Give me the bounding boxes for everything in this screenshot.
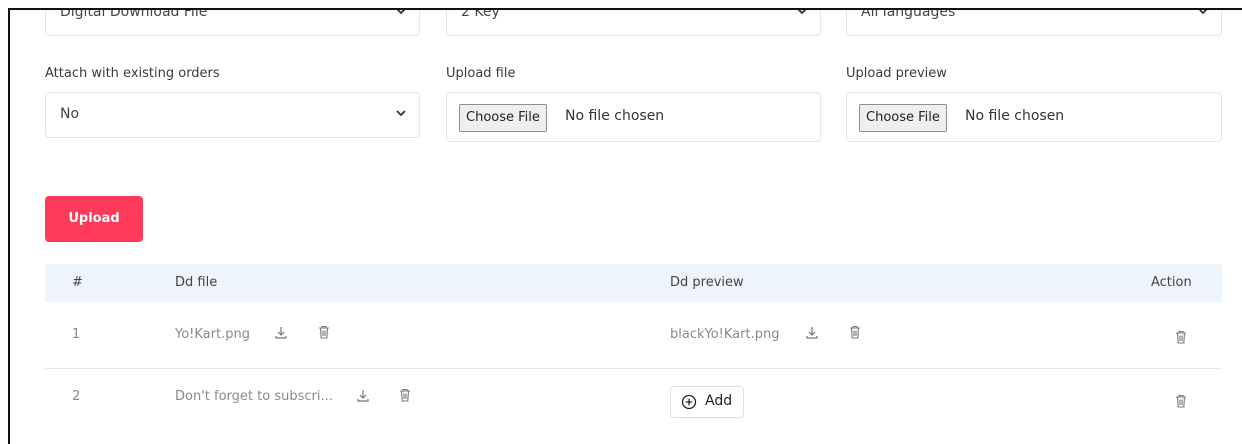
chevron-down-icon [396,110,406,117]
upload-file-status: No file chosen [565,108,665,124]
download-icon[interactable] [356,389,370,403]
trash-icon[interactable] [317,325,331,339]
add-label: Add [705,393,733,409]
trash-icon[interactable] [1174,330,1188,344]
plus-circle-icon [681,394,697,410]
chevron-down-icon [396,10,406,15]
trash-icon[interactable] [1174,394,1188,408]
col-dd-preview: Dd preview [670,275,744,290]
upload-preview-status: No file chosen [965,108,1065,124]
choose-preview-button[interactable]: Choose File [859,104,947,132]
download-icon[interactable] [805,326,819,340]
dd-preview-name: blackYo!Kart.png [670,327,780,342]
row-number: 1 [72,327,81,342]
trash-icon[interactable] [848,325,862,339]
key-value: 2 Key [461,8,500,20]
table-header: # Dd file Dd preview Action [45,264,1222,302]
attach-label: Attach with existing orders [45,66,220,81]
file-type-select[interactable]: Digital Download File [45,8,420,36]
key-select[interactable]: 2 Key [446,8,821,36]
dd-file-name: Yo!Kart.png [175,327,250,342]
download-icon[interactable] [274,326,288,340]
upload-file-input[interactable]: Choose File No file chosen [446,92,821,142]
attach-orders-value: No [60,106,80,122]
upload-file-label: Upload file [446,66,516,81]
form-panel: Digital Download File 2 Key All language… [8,8,1242,444]
col-dd-file: Dd file [175,275,218,290]
choose-file-button[interactable]: Choose File [459,104,547,132]
trash-icon[interactable] [398,388,412,402]
upload-preview-input[interactable]: Choose File No file chosen [846,92,1222,142]
language-select[interactable]: All languages [846,8,1222,36]
row-divider [45,368,1222,369]
attach-orders-select[interactable]: No [45,92,420,138]
col-number: # [72,275,83,290]
chevron-down-icon [797,10,807,15]
add-preview-button[interactable]: Add [670,386,744,418]
language-value: All languages [861,8,956,20]
upload-button[interactable]: Upload [45,196,143,242]
row-number: 2 [72,389,81,404]
upload-preview-label: Upload preview [846,66,947,81]
chevron-down-icon [1198,10,1208,15]
col-action: Action [1151,275,1192,290]
dd-file-name: Don't forget to subscri... [175,389,333,404]
file-type-value: Digital Download File [60,8,208,20]
